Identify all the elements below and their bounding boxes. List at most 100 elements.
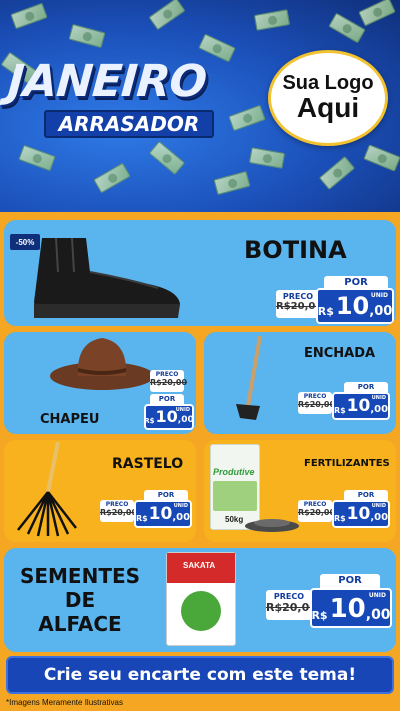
money-bill-icon <box>248 147 286 169</box>
currency: R$ <box>317 305 334 318</box>
money-bill-icon <box>18 144 56 172</box>
old-price: R$20,00 <box>298 400 336 409</box>
rake-icon <box>17 442 77 537</box>
money-bill-icon <box>68 23 106 49</box>
sale-price-box: R$ 10 ,00 UNID <box>310 588 392 628</box>
currency: R$ <box>135 514 148 523</box>
money-bill-icon <box>148 0 186 31</box>
price-integer: 10 <box>155 407 178 426</box>
product-card-sementes-alface[interactable]: SEMENTES DE ALFACE SAKATA POR PRECO R$20… <box>4 548 396 652</box>
product-name: BOTINA <box>244 236 347 264</box>
product-name-line1: SEMENTES <box>19 564 141 588</box>
sale-price-box: R$ 10 ,00 UNID <box>332 392 390 420</box>
money-bill-icon <box>253 9 291 31</box>
price-integer: 10 <box>148 504 173 524</box>
product-name: CHAPEU <box>40 412 100 427</box>
por-label: POR <box>344 382 388 392</box>
logo-placeholder[interactable]: Sua Logo Aqui <box>268 50 388 146</box>
price-cents: ,00 <box>177 415 194 425</box>
product-card-enchada[interactable]: ENCHADA POR PRECO R$20,00 R$ 10 ,00 UNID <box>204 332 396 434</box>
product-card-fertilizantes[interactable]: Produtive 50kg FERTILIZANTES POR PRECO R… <box>204 440 396 542</box>
money-bill-icon <box>10 2 48 30</box>
por-label: POR <box>150 394 184 404</box>
money-bill-icon <box>93 162 131 194</box>
sale-price-box: R$ 10 ,00 UNID <box>134 500 192 528</box>
old-price-box: PRECO R$20,00 <box>150 370 188 392</box>
por-label: POR <box>320 574 380 588</box>
logo-text-line2: Aqui <box>296 91 360 123</box>
logo-text-line1: Sua Logo <box>282 71 374 94</box>
money-bill-icon <box>213 170 251 196</box>
unit-label: UNID <box>173 503 188 509</box>
price-cents: ,00 <box>365 607 391 623</box>
money-bill-icon <box>148 140 186 176</box>
bag-brand: Produtive <box>213 467 255 477</box>
preco-label: PRECO <box>105 501 129 508</box>
old-price-box: PRECO R$20,00 <box>298 500 336 522</box>
old-price: R$20,00 <box>266 601 317 614</box>
old-price-box: PRECO R$20,00 <box>298 392 336 414</box>
hoe-icon <box>236 335 262 420</box>
por-label: POR <box>344 490 388 500</box>
currency: R$ <box>333 406 346 415</box>
price-cents: ,00 <box>369 304 393 319</box>
unit-label: UNID <box>370 292 388 299</box>
unit-label: UNID <box>371 395 386 401</box>
hat-icon <box>50 338 154 390</box>
old-price: R$20,00 <box>298 508 336 517</box>
granules-icon <box>245 519 299 532</box>
currency: R$ <box>144 417 155 425</box>
product-name-line3: ALFACE <box>38 612 122 636</box>
money-bill-icon <box>363 144 400 172</box>
preco-label: PRECO <box>273 592 305 601</box>
product-card-botina[interactable]: BOTINA POR PRECO R$20,00 R$ 10 ,00 UNID <box>4 220 396 326</box>
bag-weight: 50kg <box>225 515 244 524</box>
unit-label: UNID <box>371 503 386 509</box>
preco-label: PRECO <box>303 501 327 508</box>
sale-price-box: R$ 10 ,00 UNID <box>332 500 390 528</box>
lettuce-graphic <box>181 591 221 631</box>
campaign-subtitle: ARRASADOR <box>44 110 214 138</box>
sale-price-box: R$ 10 ,00 UNID <box>316 288 394 324</box>
disclaimer-text: *Imagens Meramente Ilustrativas <box>6 698 123 707</box>
product-card-rastelo[interactable]: RASTELO POR PRECO R$20,00 R$ 10 ,00 UNID <box>4 440 196 542</box>
old-price-box: PRECO R$20,00 <box>100 500 138 522</box>
preco-label: PRECO <box>282 292 314 301</box>
bag-graphic <box>213 481 257 511</box>
product-card-chapeu[interactable]: CHAPEU PRECO R$20,00 POR R$ 10 ,00 UNID <box>4 332 196 434</box>
old-price: R$20,00 <box>276 301 323 312</box>
boot-icon <box>34 237 180 318</box>
old-price: R$20,00 <box>100 508 138 517</box>
campaign-title: JANEIRO <box>6 56 208 107</box>
price-cents: ,00 <box>370 512 389 523</box>
price-cents: ,00 <box>172 512 191 523</box>
price-integer: 10 <box>346 396 371 416</box>
sale-price-box: R$ 10 ,00 UNID <box>144 404 194 430</box>
old-price-box: PRECO R$20,00 <box>266 590 317 620</box>
preco-label: PRECO <box>155 371 179 378</box>
old-price-box: PRECO R$20,00 <box>276 290 323 318</box>
product-name-line2: DE <box>64 588 96 612</box>
price-integer: 10 <box>346 504 371 524</box>
product-name: ENCHADA <box>304 346 376 361</box>
pack-brand: SAKATA <box>183 561 216 570</box>
discount-badge: -50% <box>10 234 40 250</box>
old-price: R$20,00 <box>150 378 188 387</box>
product-name: RASTELO <box>112 456 184 472</box>
money-bill-icon <box>228 104 266 132</box>
price-integer: 10 <box>329 594 366 624</box>
product-name: FERTILIZANTES <box>304 458 390 469</box>
preco-label: PRECO <box>303 393 327 400</box>
unit-label: UNID <box>175 407 190 413</box>
por-label: POR <box>144 490 188 500</box>
money-bill-icon <box>318 155 356 191</box>
header-banner: JANEIRO ARRASADOR Sua Logo Aqui <box>0 0 400 212</box>
seed-pack-icon: SAKATA <box>166 552 236 646</box>
product-name: SEMENTES DE ALFACE <box>10 564 150 636</box>
currency: R$ <box>311 609 328 622</box>
currency: R$ <box>333 514 346 523</box>
cta-banner[interactable]: Crie seu encarte com este tema! <box>6 656 394 694</box>
unit-label: UNID <box>368 592 386 599</box>
money-bill-icon <box>358 0 396 27</box>
price-cents: ,00 <box>370 404 389 415</box>
